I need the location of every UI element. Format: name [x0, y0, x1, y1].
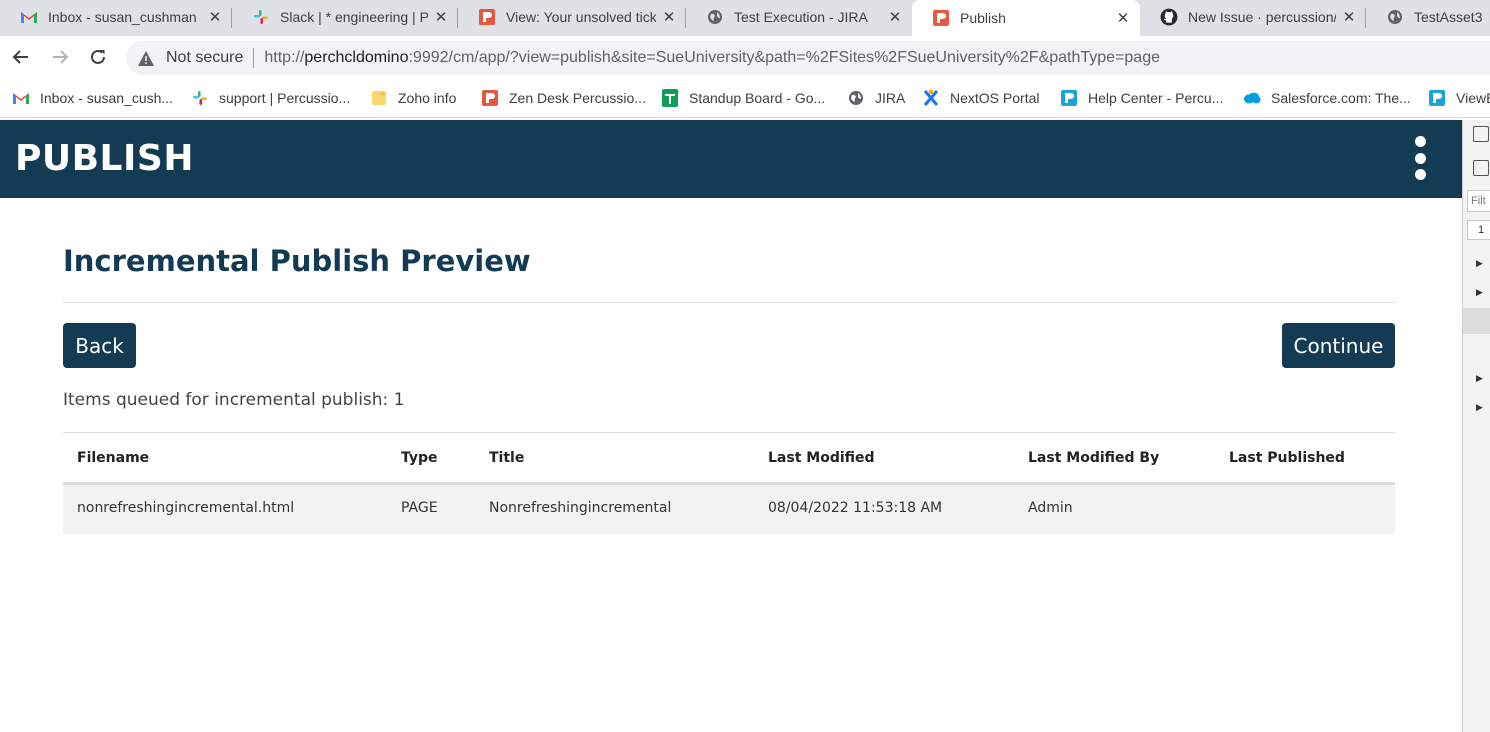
warning-icon[interactable] [138, 49, 156, 67]
filter-input[interactable]: Filt [1467, 190, 1490, 212]
percussion-icon [932, 9, 950, 27]
expand-arrow-icon[interactable]: ▶ [1476, 258, 1483, 269]
sheets-icon [661, 89, 679, 107]
expand-arrow-icon[interactable]: ▶ [1476, 402, 1483, 413]
column-header-last-modified[interactable]: Last Modified [768, 450, 875, 466]
cell-last-modified-by: Admin [1028, 500, 1073, 516]
count-badge: 1 [1467, 220, 1490, 240]
salesforce-icon [1243, 89, 1261, 107]
continue-button[interactable]: Continue [1282, 323, 1395, 368]
queued-count-text: Items queued for incremental publish: 1 [63, 390, 405, 410]
slack-icon [252, 8, 270, 26]
inspect-icon[interactable] [1473, 126, 1489, 142]
browser-tab-strip: Inbox - susan_cushman ✕ Slack | * engine… [0, 0, 1490, 36]
browser-toolbar: Not secure http://perchcldomino:9992/cm/… [0, 36, 1490, 78]
column-header-filename[interactable]: Filename [77, 450, 149, 466]
back-button[interactable]: Back [63, 323, 136, 368]
folder-icon [370, 89, 388, 107]
expand-arrow-icon[interactable]: ▶ [1476, 287, 1483, 298]
tab-title: New Issue · percussion/ [1188, 9, 1336, 25]
bookmark-gmail[interactable]: Inbox - susan_cush... [12, 88, 173, 108]
tab-testasset[interactable]: TestAsset3.pd [1366, 0, 1490, 34]
tab-title: View: Your unsolved tick [506, 9, 656, 25]
gmail-icon [20, 8, 38, 26]
globe-icon [706, 8, 724, 26]
globe-icon [1386, 8, 1404, 26]
back-arrow-icon[interactable] [8, 44, 34, 70]
device-toggle-icon[interactable] [1473, 160, 1489, 176]
more-options-icon[interactable] [1408, 136, 1432, 180]
bookmark-viewb[interactable]: ViewB [1428, 88, 1490, 108]
cell-filename: nonrefreshingincremental.html [77, 500, 295, 516]
bookmark-zendesk[interactable]: Zen Desk Percussio... [481, 88, 646, 108]
bookmarks-bar: Inbox - susan_cush... support | Percussi… [0, 78, 1490, 118]
column-header-last-modified-by[interactable]: Last Modified By [1028, 450, 1159, 466]
tab-zendesk[interactable]: View: Your unsolved tick ✕ [458, 0, 686, 34]
bookmark-helpcenter[interactable]: Help Center - Percu... [1060, 88, 1223, 108]
close-icon[interactable]: ✕ [1114, 9, 1132, 27]
app-title: PUBLISH [15, 138, 194, 179]
tab-title: Publish [960, 10, 1006, 26]
percussion-icon [481, 89, 499, 107]
zendesk-icon [478, 8, 496, 26]
gmail-icon [12, 89, 30, 107]
reload-icon[interactable] [85, 44, 111, 70]
column-header-last-published[interactable]: Last Published [1229, 450, 1345, 466]
percussion-icon [1060, 89, 1078, 107]
tab-gmail[interactable]: Inbox - susan_cushman ✕ [0, 0, 232, 34]
column-header-type[interactable]: Type [401, 450, 438, 466]
divider [63, 302, 1395, 303]
close-icon[interactable]: ✕ [432, 8, 450, 26]
close-icon[interactable]: ✕ [1340, 8, 1358, 26]
bookmark-jira[interactable]: JIRA [847, 88, 905, 108]
cell-type: PAGE [401, 500, 438, 516]
expand-arrow-icon[interactable]: ▶ [1476, 373, 1483, 384]
close-icon[interactable]: ✕ [660, 8, 678, 26]
github-icon [1160, 8, 1178, 26]
cell-title: Nonrefreshingincremental [489, 500, 672, 516]
globe-icon [847, 89, 865, 107]
tab-github[interactable]: New Issue · percussion/ ✕ [1140, 0, 1366, 34]
tab-title: Test Execution - JIRA [734, 9, 868, 25]
tab-title: Inbox - susan_cushman [48, 9, 197, 25]
bookmark-support[interactable]: support | Percussio... [191, 88, 350, 108]
security-label[interactable]: Not secure [166, 49, 243, 67]
bookmark-salesforce[interactable]: Salesforce.com: The... [1243, 88, 1411, 108]
nextos-icon [922, 89, 940, 107]
percussion-icon [1428, 89, 1446, 107]
table-row[interactable]: nonrefreshingincremental.html PAGE Nonre… [63, 485, 1395, 534]
bookmark-nextos[interactable]: NextOS Portal [922, 88, 1039, 108]
tab-jira[interactable]: Test Execution - JIRA ✕ [686, 0, 912, 34]
table-header: Filename Type Title Last Modified Last M… [63, 433, 1395, 485]
tab-publish[interactable]: Publish ✕ [912, 0, 1140, 36]
publish-table: Filename Type Title Last Modified Last M… [63, 432, 1395, 534]
slack-icon [191, 89, 209, 107]
tab-title: Slack | * engineering | P [280, 9, 428, 25]
close-icon[interactable]: ✕ [886, 8, 904, 26]
app-header: PUBLISH [0, 120, 1462, 198]
url-text[interactable]: http://perchcldomino:9992/cm/app/?view=p… [264, 49, 1160, 67]
column-header-title[interactable]: Title [489, 450, 524, 466]
selected-row[interactable] [1463, 308, 1490, 334]
forward-arrow-icon[interactable] [47, 44, 73, 70]
bookmark-standup[interactable]: Standup Board - Go... [661, 88, 825, 108]
devtools-panel: Filt 1 ▶ ▶ ▶ ▶ [1462, 120, 1490, 732]
tab-title: TestAsset3.pd [1414, 9, 1482, 25]
page-title: Incremental Publish Preview [63, 244, 531, 278]
close-icon[interactable]: ✕ [206, 8, 224, 26]
cell-last-modified: 08/04/2022 11:53:18 AM [768, 500, 943, 516]
bookmark-zoho[interactable]: Zoho info [370, 88, 456, 108]
address-bar[interactable]: Not secure http://perchcldomino:9992/cm/… [126, 41, 1490, 75]
tab-slack[interactable]: Slack | * engineering | P ✕ [232, 0, 458, 34]
